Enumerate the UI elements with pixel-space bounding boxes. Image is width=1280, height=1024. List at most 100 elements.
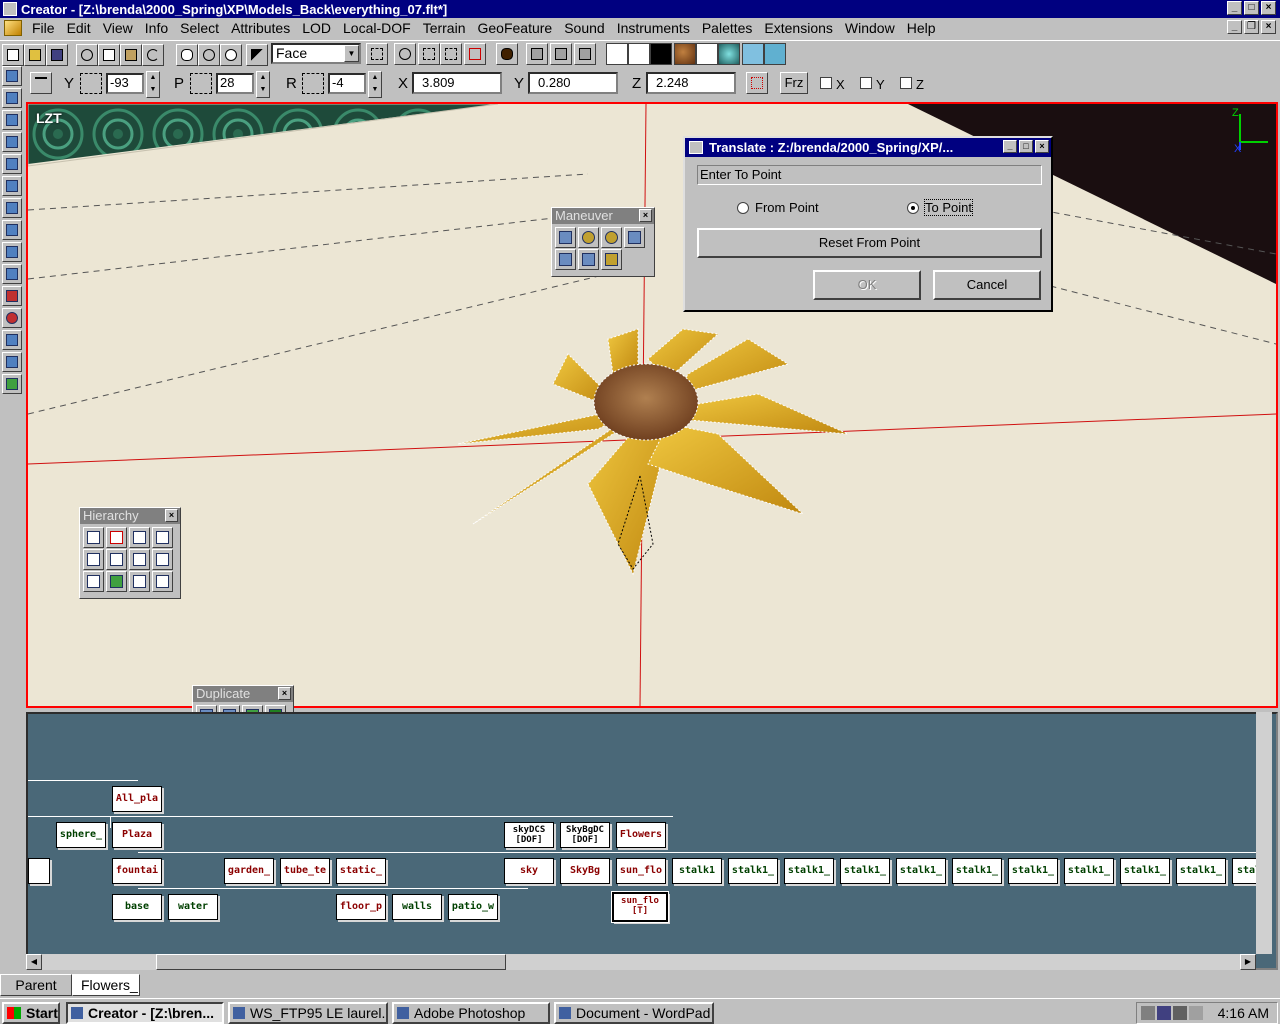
view-top-icon[interactable] [574,43,596,65]
menu-info[interactable]: Info [139,20,174,36]
tool-edge-icon[interactable] [2,198,22,218]
tool-line-icon[interactable] [2,286,22,306]
task-photoshop[interactable]: Adobe Photoshop [392,1002,550,1024]
tool-geometry-icon[interactable] [2,110,22,130]
menu-file[interactable]: File [26,20,61,36]
close-button[interactable]: × [1261,1,1276,15]
doc-restore-button[interactable]: ❐ [1244,20,1259,34]
node-stalk1-3[interactable]: stalk1_ [784,858,834,884]
hierarchy-view[interactable]: All_pla sphere_ Plaza skyDCS [DOF] SkyBgD… [26,712,1278,970]
tool-face-icon[interactable] [2,88,22,108]
tool-hierarchy-icon[interactable] [2,352,22,372]
hier-move-down-icon[interactable] [106,549,127,570]
document-icon[interactable] [4,20,22,36]
node-skybg[interactable]: SkyBg [560,858,610,884]
node-skydcs[interactable]: skyDCS [DOF] [504,822,554,848]
tool-rotate-icon[interactable] [2,154,22,174]
lock-z-checkbox[interactable] [900,77,912,89]
tool-group-icon[interactable] [2,374,22,394]
tray-device-icon[interactable] [1189,1006,1203,1020]
dialog-maximize-button[interactable]: □ [1019,140,1033,153]
node-skybgdc[interactable]: SkyBgDC [DOF] [560,822,610,848]
close-icon[interactable]: × [165,509,178,522]
roll-handle-icon[interactable] [302,73,324,94]
dialog-minimize-button[interactable]: _ [1003,140,1017,153]
swatch-white-2[interactable] [628,43,650,65]
texture-icon[interactable] [718,43,740,65]
node-tube-te[interactable]: tube_te [280,858,330,884]
hier-move-up-icon[interactable] [83,549,104,570]
hierarchy-horizontal-scrollbar[interactable]: ◀ ▶ [26,954,1256,970]
duplicate-title[interactable]: Duplicate × [193,686,293,702]
pitch-handle-icon[interactable] [190,73,212,94]
maneuver-orbit-icon[interactable] [578,227,599,248]
cancel-button[interactable]: Cancel [933,270,1041,300]
tool-scale-icon[interactable] [2,176,22,196]
hier-push-icon[interactable] [129,549,150,570]
menu-palettes[interactable]: Palettes [696,20,759,36]
node-static[interactable]: static_ [336,858,386,884]
dialog-close-button[interactable]: × [1035,140,1049,153]
pitch-spinner[interactable]: ▲ ▼ [256,71,270,98]
move-icon[interactable] [198,44,220,66]
grid-snap-icon[interactable] [746,72,768,94]
node-offscreen[interactable] [28,858,50,884]
menu-extensions[interactable]: Extensions [758,20,838,36]
node-stalk1-9[interactable]: stalk1_ [1120,858,1170,884]
node-stalk1-8[interactable]: stalk1_ [1064,858,1114,884]
center-icon[interactable] [464,43,486,65]
view-left-icon[interactable] [526,43,548,65]
node-base[interactable]: base [112,894,162,920]
chevron-down-icon[interactable]: ▼ [344,45,359,62]
yaw-spinner[interactable]: ▲ ▼ [146,71,160,98]
menu-instruments[interactable]: Instruments [611,20,696,36]
light-icon[interactable] [696,43,718,65]
pitch-input[interactable]: 28 [216,73,254,94]
freeze-button[interactable]: Frz [780,72,808,94]
maneuver-tpc-icon[interactable] [601,249,622,270]
hier-ungroup-icon[interactable] [152,527,173,548]
maximize-button[interactable]: □ [1244,1,1259,15]
from-point-label[interactable]: From Point [755,200,819,215]
node-stalk1-10[interactable]: stalk1_ [1176,858,1226,884]
network-icon[interactable] [1157,1006,1171,1020]
minimize-button[interactable]: _ [1227,1,1242,15]
tool-paint-icon[interactable] [2,220,22,240]
node-water[interactable]: water [168,894,218,920]
doc-close-button[interactable]: × [1261,20,1276,34]
node-floor-p[interactable]: floor_p [336,894,386,920]
cut-icon[interactable] [76,44,98,66]
menu-edit[interactable]: Edit [61,20,97,36]
node-garden[interactable]: garden_ [224,858,274,884]
paste-icon[interactable] [120,44,142,66]
undo-icon[interactable] [142,44,164,66]
scroll-left-icon[interactable]: ◀ [26,954,42,970]
menu-attributes[interactable]: Attributes [225,20,296,36]
open-folder-icon[interactable] [24,44,46,66]
tool-light-icon[interactable] [2,330,22,350]
maneuver-drive-icon[interactable] [578,249,599,270]
node-patio-w[interactable]: patio_w [448,894,498,920]
tool-map-icon[interactable] [2,242,22,262]
hierarchy-title[interactable]: Hierarchy × [80,508,180,524]
node-sun-flo[interactable]: sun_flo [616,858,666,884]
ok-button[interactable]: OK [813,270,921,300]
roll-spinner[interactable]: ▲ ▼ [368,71,382,98]
node-stalk1-4[interactable]: stalk1_ [840,858,890,884]
node-sphere[interactable]: sphere_ [56,822,106,848]
node-stalk1-2[interactable]: stalk1_ [728,858,778,884]
select-mode-dropdown[interactable]: Face ▼ [271,43,361,64]
node-plaza[interactable]: Plaza [112,822,162,848]
zoom-extents-icon[interactable] [394,43,416,65]
hier-pop-icon[interactable] [152,549,173,570]
from-point-radio[interactable]: From Point [737,200,819,215]
menu-geofeature[interactable]: GeoFeature [471,20,558,36]
maneuver-title[interactable]: Maneuver × [552,208,654,224]
pointer-icon[interactable] [246,44,268,66]
maneuver-fly-icon[interactable] [555,249,576,270]
node-all-pla[interactable]: All_pla [112,786,162,812]
start-button[interactable]: Start [2,1002,60,1024]
hier-group-icon[interactable] [129,527,150,548]
fit-icon[interactable] [418,43,440,65]
hier-detach-icon[interactable] [106,527,127,548]
